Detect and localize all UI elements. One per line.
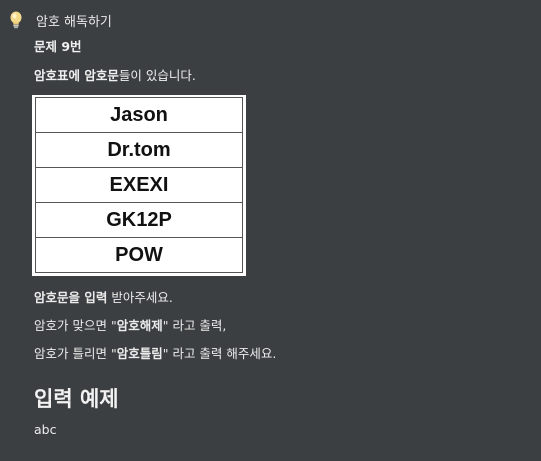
cipher-cell: Dr.tom (35, 132, 243, 168)
line1-part2: 받아주세요. (107, 290, 173, 305)
table-row: GK12P (35, 202, 243, 238)
problem-content: 문제 9번 암호표에 암호문들이 있습니다. Jason Dr.tom EXEX… (32, 38, 534, 438)
intro-part2: 들이 있습니다. (118, 68, 196, 83)
problem-header: 암호 해독하기 (8, 10, 112, 30)
problem-intro: 암호표에 암호문들이 있습니다. (34, 67, 534, 85)
line1-part1: 암호문을 (34, 290, 85, 305)
input-example-title: 입력 예제 (34, 387, 119, 411)
table-row: Dr.tom (35, 132, 243, 168)
table-row: POW (35, 237, 243, 273)
cipher-cell: GK12P (35, 202, 243, 238)
cipher-table: Jason Dr.tom EXEXI GK12P POW (35, 97, 243, 273)
lightbulb-icon (10, 11, 22, 29)
cipher-cell: Jason (35, 97, 243, 133)
line2-bold: 암호해제 (116, 318, 163, 333)
problem-number: 문제 9번 (34, 39, 82, 54)
instruction-line-3: 암호가 틀리면 "암호틀림" 라고 출력 해주세요. (34, 345, 534, 363)
instruction-line-2: 암호가 맞으면 "암호해제" 라고 출력, (34, 317, 534, 335)
line3-part2: " 라고 출력 해주세요. (162, 346, 277, 361)
intro-part1: 암호표에 (34, 68, 85, 83)
line3-bold: 암호틀림 (116, 346, 163, 361)
intro-bold: 암호문 (84, 68, 119, 83)
cipher-cell: EXEXI (35, 167, 243, 203)
table-row: Jason (35, 97, 243, 133)
line3-part1: 암호가 틀리면 " (34, 346, 117, 361)
table-row: EXEXI (35, 167, 243, 203)
input-example-value: abc (34, 422, 57, 437)
header-title: 암호 해독하기 (36, 14, 112, 30)
instruction-line-1: 암호문을 입력 받아주세요. (34, 289, 534, 307)
cipher-cell: POW (35, 237, 243, 273)
line2-part1: 암호가 맞으면 " (34, 318, 117, 333)
line1-bold: 입력 (84, 290, 108, 305)
cipher-table-frame: Jason Dr.tom EXEXI GK12P POW (32, 95, 246, 276)
line2-part2: " 라고 출력, (162, 318, 227, 333)
